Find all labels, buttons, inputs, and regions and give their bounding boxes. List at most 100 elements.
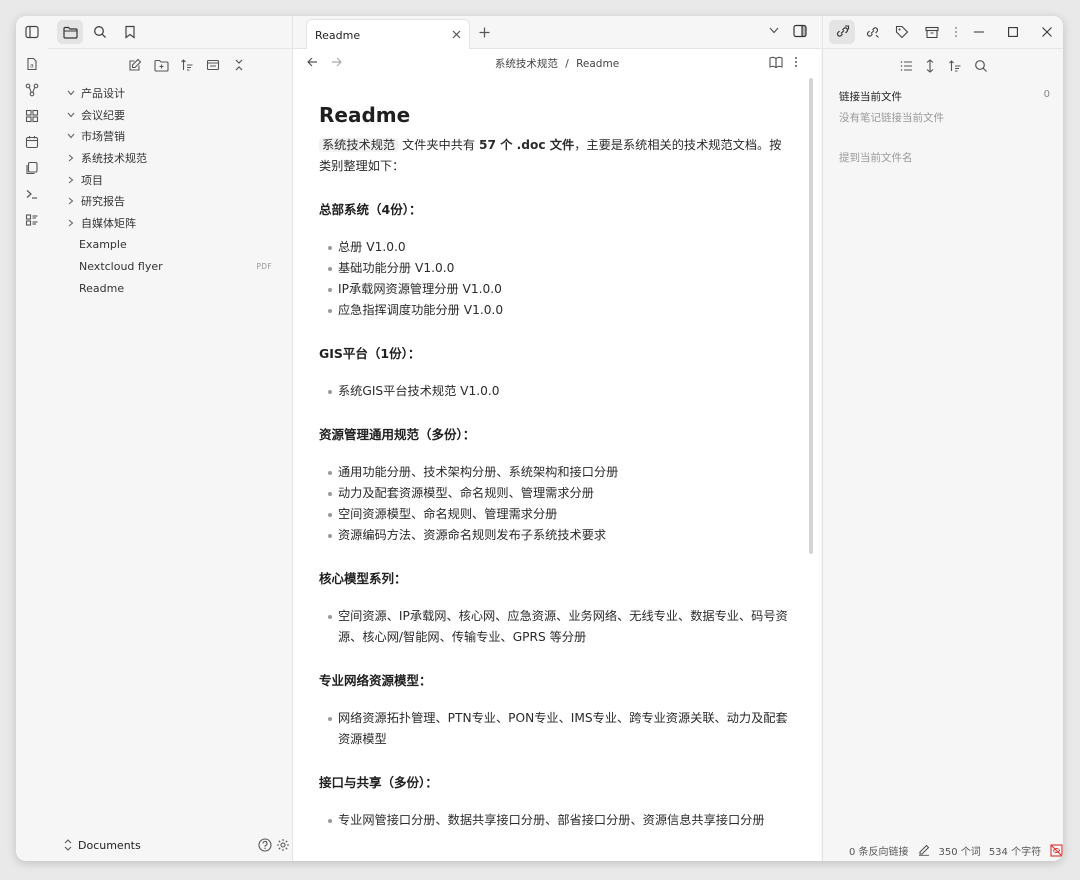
sort-order-icon[interactable] [945, 56, 965, 76]
tree-item-label: 系统技术规范 [81, 151, 147, 165]
bullet-list: 专业网管接口分册、数据共享接口分册、部省接口分册、资源信息共享接口分册 [319, 810, 789, 831]
search-icon[interactable] [971, 56, 991, 76]
edit-mode-pencil-icon[interactable] [918, 844, 930, 856]
right-sidebar-toggle-icon[interactable] [793, 24, 807, 38]
sidebar-tab-bar [48, 16, 292, 49]
search-tab-search-icon[interactable] [87, 20, 113, 44]
tree-item-file[interactable]: Example [48, 234, 292, 256]
status-char-count: 534 个字符 [988, 846, 1042, 858]
close-icon[interactable] [449, 27, 463, 41]
chevron-right-icon [64, 197, 78, 205]
bullet-list: 通用功能分册、技术架构分册、系统架构和接口分册 动力及配套资源模型、命名规则、管… [319, 462, 789, 546]
templates-icon[interactable] [20, 156, 44, 180]
chevron-down-icon [64, 133, 78, 139]
bullet-list: 总册 V1.0.0 基础功能分册 V1.0.0 IP承载网资源管理分册 V1.0… [319, 237, 789, 321]
maximize-icon[interactable] [1005, 24, 1021, 40]
section-heading: 资源管理通用规范（多份）： [319, 427, 476, 442]
bullet-list: 空间资源、IP承载网、核心网、应急资源、业务网络、无线专业、数据专业、码号资源、… [319, 606, 789, 648]
file-explorer-toolbar [48, 54, 292, 78]
reading-view-book-icon[interactable] [769, 56, 783, 68]
breadcrumb-folder[interactable]: 系统技术规范 [495, 58, 558, 70]
app-window: a 产品设计 会议纪要 市场营销 系统技术规范 项目 研究报告 自媒体矩阵 Ex… [16, 16, 1063, 861]
note-content[interactable]: Readme 系统技术规范 文件夹中共有 57 个 .doc 文件，主要是系统相… [319, 102, 789, 831]
bullet-list: 系统GIS平台技术规范 V1.0.0 [319, 381, 789, 402]
new-note-icon[interactable] [124, 54, 146, 76]
tree-item-folder[interactable]: 研究报告 [48, 190, 292, 212]
list-item: IP承载网资源管理分册 V1.0.0 [319, 279, 789, 300]
status-backlinks[interactable]: 0 条反向链接 [849, 843, 909, 858]
right-sidebar: 链接当前文件 0 没有笔记链接当前文件 提到当前文件名 0 条反向链接 350 … [822, 16, 1063, 861]
linked-mentions-header[interactable]: 链接当前文件 [839, 89, 902, 104]
command-palette-icon[interactable] [20, 208, 44, 232]
tab-label: Readme [315, 28, 361, 42]
vault-switcher[interactable]: Documents [48, 829, 292, 861]
help-icon[interactable] [258, 838, 272, 852]
breadcrumb-file[interactable]: Readme [576, 58, 619, 70]
tree-item-folder[interactable]: 产品设计 [48, 82, 292, 104]
file-extension-badge: PDF [256, 261, 272, 271]
window-menu-kebab-icon[interactable] [948, 24, 964, 40]
archive-tab-box-icon[interactable] [919, 20, 945, 44]
new-tab-plus-icon[interactable] [477, 25, 491, 39]
files-tab-folder-icon[interactable] [57, 20, 83, 44]
calendar-icon[interactable] [20, 130, 44, 154]
tree-item-folder[interactable]: 会议纪要 [48, 104, 292, 126]
close-window-icon[interactable] [1039, 24, 1055, 40]
file-tree: 产品设计 会议纪要 市场营销 系统技术规范 项目 研究报告 自媒体矩阵 Exam… [48, 82, 292, 299]
graph-view-icon[interactable] [20, 78, 44, 102]
inline-code-folder: 系统技术规范 [319, 138, 399, 152]
list-item: 空间资源模型、命名规则、管理需求分册 [319, 504, 789, 525]
linked-mentions-empty: 没有笔记链接当前文件 [839, 112, 944, 124]
tree-item-label: Nextcloud flyer [79, 259, 163, 273]
section-heading: 专业网络资源模型： [319, 673, 432, 688]
sidebar-toggle-icon[interactable] [20, 20, 44, 44]
tags-tab-tag-icon[interactable] [889, 20, 915, 44]
sync-status-icon[interactable] [1050, 843, 1063, 857]
editor-scrollbar[interactable] [809, 78, 813, 554]
note-intro: 系统技术规范 文件夹中共有 57 个 .doc 文件，主要是系统相关的技术规范文… [319, 135, 789, 177]
list-item: 应急指挥调度功能分册 V1.0.0 [319, 300, 789, 321]
minimize-icon[interactable] [971, 24, 987, 40]
canvas-icon[interactable] [20, 104, 44, 128]
list-item: 总册 V1.0.0 [319, 237, 789, 258]
new-folder-icon[interactable] [150, 54, 172, 76]
unlinked-mentions-header[interactable]: 提到当前文件名 [839, 150, 913, 165]
backlinks-tab-link-icon[interactable] [829, 20, 855, 44]
collapse-results-list-icon[interactable] [896, 56, 916, 76]
tree-item-file[interactable]: Nextcloud flyer PDF [48, 256, 292, 278]
tree-item-label: Example [79, 238, 127, 252]
tab-bar: Readme [293, 16, 821, 50]
bullet-list: 网络资源拓扑管理、PTN专业、PON专业、IMS专业、跨专业资源关联、动力及配套… [319, 708, 789, 750]
section-heading: 接口与共享（多份）： [319, 775, 438, 790]
terminal-icon[interactable] [20, 182, 44, 206]
tree-item-file[interactable]: Readme [48, 277, 292, 299]
tree-item-folder[interactable]: 市场营销 [48, 125, 292, 147]
tab-readme[interactable]: Readme [306, 19, 470, 50]
bookmarks-tab-bookmark-icon[interactable] [117, 20, 143, 44]
chevron-down-icon [64, 112, 78, 118]
tree-item-label: 自媒体矩阵 [81, 216, 136, 230]
tree-item-folder[interactable]: 项目 [48, 169, 292, 191]
open-quick-switcher-icon[interactable]: a [20, 52, 44, 76]
show-more-context-icon[interactable] [920, 56, 940, 76]
tree-item-folder[interactable]: 系统技术规范 [48, 147, 292, 169]
status-word-count: 350 个词 [938, 846, 981, 858]
tab-list-chevron-down-icon[interactable] [769, 27, 779, 34]
chevron-down-icon [64, 90, 78, 96]
outgoing-links-tab-link-icon[interactable] [859, 20, 885, 44]
section-heading: 总部系统（4份）： [319, 202, 422, 217]
svg-text:a: a [30, 63, 34, 70]
collapse-all-icon[interactable] [228, 54, 250, 76]
more-options-icon[interactable] [794, 56, 798, 68]
chevron-right-icon [64, 176, 78, 184]
list-item: 空间资源、IP承载网、核心网、应急资源、业务网络、无线专业、数据专业、码号资源、… [319, 606, 789, 648]
tree-item-folder[interactable]: 自媒体矩阵 [48, 212, 292, 234]
breadcrumb: 系统技术规范 / Readme [293, 56, 821, 71]
sort-order-icon[interactable] [176, 54, 198, 76]
backlinks-toolbar [823, 56, 1063, 78]
section-heading: GIS平台（1份）： [319, 346, 421, 361]
tree-item-label: Readme [79, 281, 125, 295]
auto-reveal-icon[interactable] [202, 54, 224, 76]
section-heading: 核心模型系列： [319, 571, 407, 586]
tree-item-label: 市场营销 [81, 130, 125, 144]
